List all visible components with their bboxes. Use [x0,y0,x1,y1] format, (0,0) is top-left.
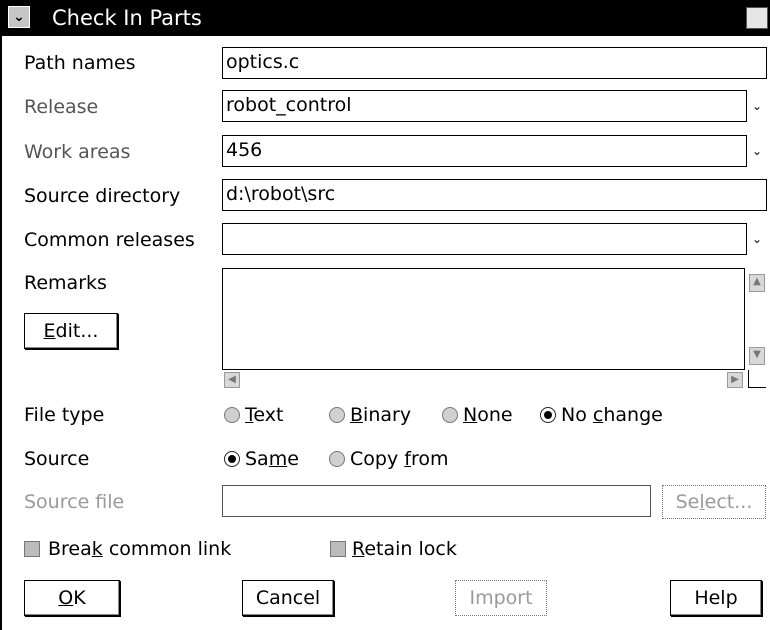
file-type-text-label[interactable]: Text [245,403,283,427]
source-directory-label: Source directory [24,185,181,207]
cancel-button[interactable]: Cancel [242,580,334,616]
select-source-file-button[interactable]: Select... [662,485,766,519]
source-file-field[interactable] [222,485,651,517]
release-label: Release [24,96,99,118]
system-menu-icon[interactable]: ⌄ [8,6,30,28]
break-common-link-label[interactable]: Break common link [48,537,231,561]
scroll-up-icon[interactable]: ▲ [749,274,765,292]
window-title: Check In Parts [52,6,202,30]
scroll-right-icon[interactable]: ▶ [727,372,743,388]
work-areas-field[interactable]: 456 [222,135,747,167]
help-button[interactable]: Help [670,580,762,616]
release-field[interactable]: robot_control [222,90,747,122]
file-type-no-change-radio[interactable] [540,407,556,423]
import-button[interactable]: Import [455,580,547,616]
retain-lock-checkbox[interactable] [330,541,346,557]
scroll-left-icon[interactable]: ◀ [224,372,240,388]
title-bar: ⌄ Check In Parts [2,0,770,36]
path-names-label: Path names [24,52,136,74]
source-directory-field[interactable]: d:\robot\src [222,179,767,211]
file-type-no-change-label[interactable]: No change [561,403,663,427]
break-common-link-checkbox[interactable] [24,541,40,557]
maximize-button[interactable] [746,7,768,29]
file-type-none-radio[interactable] [442,407,458,423]
file-type-binary-radio[interactable] [329,407,345,423]
work-areas-dropdown-icon[interactable]: ⌄ [748,140,766,162]
ok-button[interactable]: OK [24,580,120,616]
scrollbar-corner [748,370,766,388]
file-type-label: File type [24,404,105,426]
file-type-text-radio[interactable] [224,407,240,423]
source-copy-from-radio[interactable] [329,451,345,467]
remarks-label: Remarks [24,272,107,294]
source-same-radio[interactable] [224,451,240,467]
remarks-textarea[interactable] [222,268,745,370]
source-label: Source [24,448,90,470]
check-in-parts-dialog: ⌄ Check In Parts Path names optics.c Rel… [0,0,770,630]
file-type-binary-label[interactable]: Binary [350,403,411,427]
source-same-label[interactable]: Same [245,447,299,471]
common-releases-field[interactable] [222,223,747,255]
release-dropdown-icon[interactable]: ⌄ [748,95,766,117]
source-file-label: Source file [24,491,125,513]
edit-remarks-button[interactable]: Edit... [24,313,118,349]
file-type-none-label[interactable]: None [463,403,513,427]
source-copy-from-label[interactable]: Copy from [350,447,448,471]
retain-lock-label[interactable]: Retain lock [352,537,457,561]
work-areas-label: Work areas [24,141,131,163]
scroll-down-icon[interactable]: ▼ [749,347,765,365]
path-names-field[interactable]: optics.c [222,47,767,79]
common-releases-dropdown-icon[interactable]: ⌄ [748,228,766,250]
common-releases-label: Common releases [24,229,195,251]
